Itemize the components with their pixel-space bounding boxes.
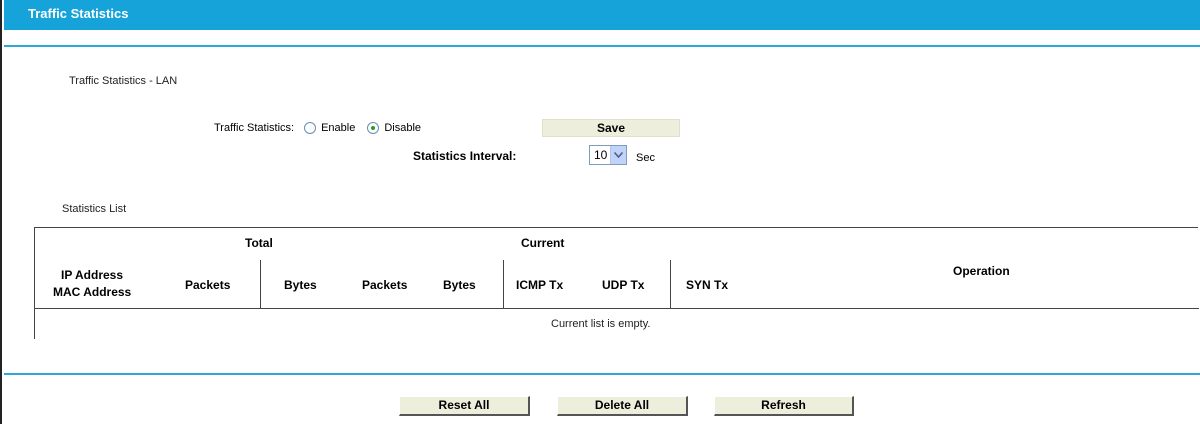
save-button[interactable]: Save [542, 119, 680, 137]
table-divider [670, 260, 671, 308]
traffic-statistics-row: Traffic Statistics: Enable Disable [214, 118, 423, 138]
content-frame: Traffic Statistics Traffic Statistics - … [0, 0, 1200, 424]
interval-value[interactable]: 10 [590, 148, 610, 162]
page-title: Traffic Statistics [4, 0, 1200, 30]
bottom-divider [4, 373, 1200, 375]
total-bytes-header: Bytes [284, 278, 317, 292]
operation-header: Operation [953, 264, 1010, 278]
interval-unit: Sec [636, 152, 655, 164]
table-divider [503, 260, 504, 308]
current-group-header: Current [521, 236, 565, 250]
ip-address-header: IP Address [61, 268, 124, 282]
disable-label[interactable]: Disable [384, 122, 421, 134]
statistics-table: Total Current IP Address MAC Address Pac… [34, 227, 1199, 339]
disable-radio[interactable] [367, 122, 380, 134]
refresh-button[interactable]: Refresh [714, 396, 854, 416]
icmp-tx-header: ICMP Tx [516, 278, 564, 292]
enable-radio[interactable] [304, 122, 317, 134]
empty-list-message: Current list is empty. [551, 318, 651, 330]
current-packets-header: Packets [362, 278, 408, 292]
total-group-header: Total [245, 236, 273, 250]
reset-all-button[interactable]: Reset All [399, 396, 530, 416]
total-packets-header: Packets [185, 278, 231, 292]
udp-tx-header: UDP Tx [602, 278, 645, 292]
statistics-list-title: Statistics List [62, 203, 127, 215]
enable-label[interactable]: Enable [321, 122, 355, 134]
table-divider [260, 260, 261, 308]
top-divider [4, 45, 1200, 47]
statistics-interval-select[interactable]: 10 [589, 145, 627, 165]
statistics-interval-label: Statistics Interval: [413, 149, 517, 163]
delete-all-button[interactable]: Delete All [557, 396, 688, 416]
syn-tx-header: SYN Tx [686, 278, 729, 292]
table-divider [35, 308, 1199, 309]
mac-address-header: MAC Address [53, 285, 132, 299]
traffic-statistics-label: Traffic Statistics: [214, 122, 295, 134]
current-bytes-header: Bytes [443, 278, 476, 292]
chevron-down-icon[interactable] [610, 146, 626, 164]
lan-section-title: Traffic Statistics - LAN [69, 75, 178, 87]
